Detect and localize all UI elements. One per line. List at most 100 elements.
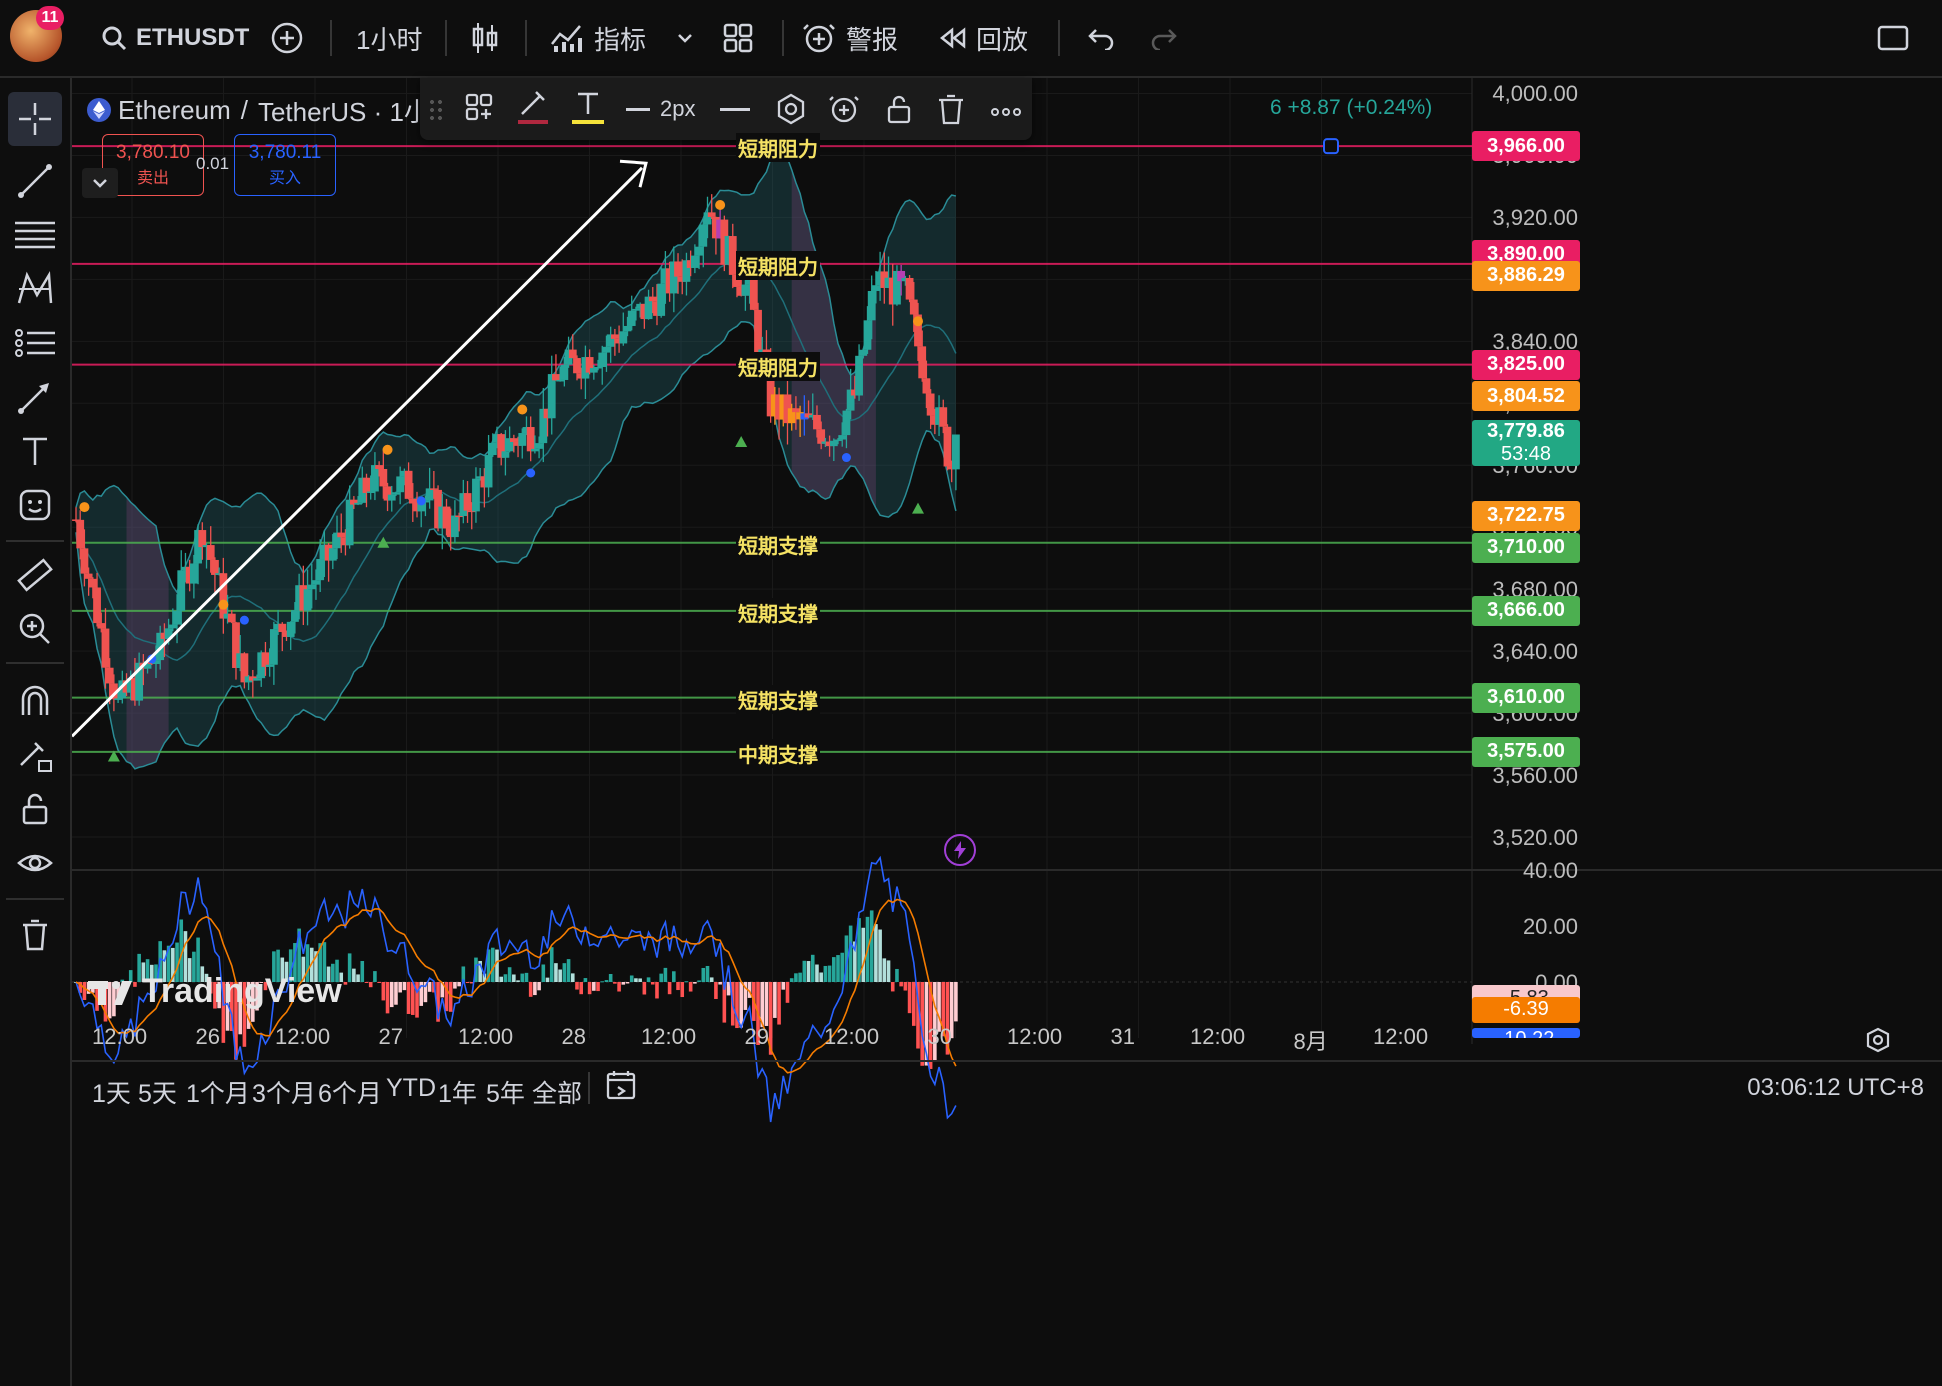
- event-marker[interactable]: [944, 834, 976, 866]
- macd-histogram-bar: [608, 974, 613, 982]
- chart-type-button[interactable]: [470, 0, 500, 76]
- zoom-in-icon: [19, 613, 50, 644]
- candle-body: [951, 434, 960, 470]
- line-color-button[interactable]: [516, 88, 550, 133]
- candle-body: [556, 379, 565, 382]
- candle-body: [905, 277, 914, 300]
- trend-line-tool[interactable]: [8, 154, 62, 208]
- line-width-button[interactable]: 2px: [626, 96, 695, 122]
- indicators-button[interactable]: 指标: [550, 0, 646, 76]
- toolbar-divider: [525, 20, 527, 56]
- candle-body: [657, 283, 666, 316]
- forecast-tool[interactable]: [8, 316, 62, 370]
- hide-drawings-tool[interactable]: [8, 836, 62, 890]
- macd-histogram-bar: [895, 968, 899, 982]
- go-to-date-button[interactable]: [604, 1068, 638, 1107]
- drag-handle-icon[interactable]: [428, 98, 444, 122]
- range-button[interactable]: 全部: [532, 1074, 582, 1110]
- crosshair-tool[interactable]: [8, 92, 62, 146]
- candle-body: [573, 358, 581, 374]
- legend-collapse-button[interactable]: [82, 168, 118, 198]
- macd-histogram-bar: [869, 910, 874, 982]
- magnet-tool[interactable]: [8, 674, 62, 728]
- remove-drawings-tool[interactable]: [8, 908, 62, 962]
- legend-separator: /: [240, 94, 248, 125]
- chart-area[interactable]: Ethereum / TetherUS · 1小时 · 6 +8.87 (+0.…: [72, 78, 1942, 1386]
- price-label: 3,666.00: [1472, 595, 1580, 626]
- macd-histogram-bar: [457, 982, 461, 987]
- candle-body: [829, 440, 838, 447]
- candle-body: [429, 488, 438, 490]
- macd-value-label: -6.39: [1472, 996, 1580, 1023]
- redo-icon: [1151, 29, 1177, 50]
- unlock-icon: [22, 793, 48, 825]
- delete-drawing-button[interactable]: [936, 92, 966, 131]
- candle-body: [867, 290, 876, 321]
- bar-countdown: 53:48: [1500, 443, 1552, 466]
- settings-button[interactable]: [774, 92, 808, 131]
- tradingview-watermark: TradingView: [88, 972, 342, 1011]
- layouts-button[interactable]: [722, 0, 754, 76]
- macd-tick-label: 20.00: [1522, 914, 1578, 939]
- emoji-tool[interactable]: [8, 478, 62, 532]
- templates-button[interactable]: [464, 92, 494, 127]
- candle-body: [379, 468, 388, 487]
- eye-icon: [17, 854, 53, 872]
- candle-body: [939, 407, 948, 427]
- time-axis-settings-button[interactable]: [1864, 1026, 1892, 1059]
- range-button[interactable]: 1个月: [186, 1074, 250, 1110]
- macd-histogram-bar: [646, 977, 651, 982]
- text-color-button[interactable]: [572, 88, 604, 133]
- candle-body: [589, 368, 598, 373]
- clock-timezone[interactable]: 03:06:12 UTC+8: [1747, 1074, 1924, 1102]
- notification-count: 11: [41, 9, 59, 26]
- candle-body: [265, 664, 274, 667]
- candle-body: [463, 493, 472, 511]
- range-button[interactable]: YTD: [386, 1074, 436, 1103]
- candle-body: [425, 488, 434, 501]
- zoom-tool[interactable]: [8, 602, 62, 656]
- chart-canvas[interactable]: [72, 78, 1942, 1386]
- lock-drawing-button[interactable]: [884, 92, 914, 131]
- buy-button[interactable]: 3,780.11 买入: [234, 134, 336, 196]
- range-button[interactable]: 5年: [486, 1074, 525, 1110]
- trash-icon: [939, 94, 963, 125]
- symbol-search[interactable]: ETHUSDT: [100, 0, 249, 76]
- macd-histogram-bar: [650, 982, 655, 985]
- interval-button[interactable]: 1小时: [356, 0, 422, 76]
- macd-histogram-bar: [411, 982, 415, 1015]
- fullscreen-button[interactable]: [1876, 0, 1910, 76]
- last-price-value: 3,779.86: [1487, 420, 1565, 443]
- redo-button[interactable]: [1150, 0, 1180, 76]
- macd-histogram-bar: [861, 927, 866, 982]
- range-button[interactable]: 3个月: [252, 1074, 316, 1110]
- fib-tool[interactable]: [8, 208, 62, 262]
- line-style-button[interactable]: [720, 108, 750, 111]
- candle-body: [834, 439, 842, 442]
- brush-tool[interactable]: [8, 370, 62, 424]
- macd-histogram-bar: [406, 982, 411, 1014]
- macd-histogram-bar: [453, 982, 457, 989]
- tools-divider: [6, 898, 64, 900]
- replay-button[interactable]: 回放: [938, 0, 1028, 76]
- range-button[interactable]: 1天: [92, 1074, 131, 1110]
- text-tool[interactable]: [8, 424, 62, 478]
- notification-badge: 11: [36, 6, 64, 30]
- more-options-button[interactable]: [990, 104, 1022, 122]
- lock-all-tool[interactable]: [8, 782, 62, 836]
- add-alert-button[interactable]: [828, 92, 862, 131]
- compare-symbol-button[interactable]: [270, 0, 304, 76]
- indicator-templates-dropdown[interactable]: [676, 0, 694, 76]
- measure-tool[interactable]: [8, 548, 62, 602]
- undo-button[interactable]: [1085, 0, 1115, 76]
- price-change: 6 +8.87 (+0.24%): [1270, 96, 1433, 119]
- candle-body: [211, 559, 219, 575]
- lock-drawings-mode-tool[interactable]: [8, 728, 62, 782]
- range-button[interactable]: 6个月: [318, 1074, 382, 1110]
- range-button[interactable]: 5天: [138, 1074, 177, 1110]
- pattern-tool[interactable]: [8, 262, 62, 316]
- macd-histogram-bar: [827, 965, 832, 982]
- range-button[interactable]: 1年: [438, 1074, 477, 1110]
- alert-button[interactable]: 警报: [802, 0, 898, 76]
- macd-histogram-bar: [954, 982, 958, 1022]
